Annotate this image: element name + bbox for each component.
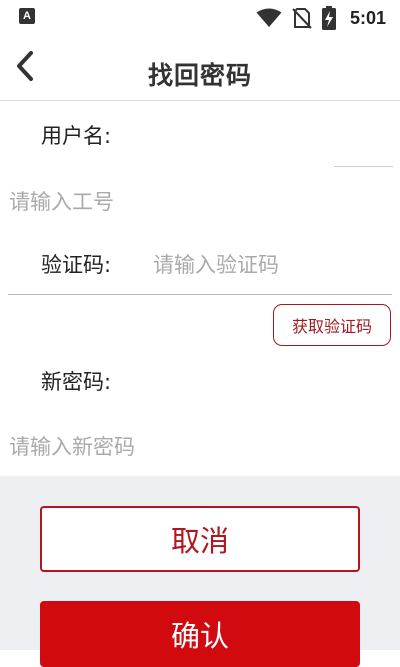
page-title: 找回密码 <box>147 61 252 90</box>
code-label: 验证码: <box>41 253 112 277</box>
confirm-button[interactable]: 确认 <box>40 601 360 667</box>
app-notification-icon: A <box>19 8 35 24</box>
username-label: 用户名: <box>41 124 112 148</box>
status-bar: A 5:01 <box>0 0 400 36</box>
get-code-button[interactable]: 获取验证码 <box>273 304 391 346</box>
username-input[interactable]: 请输入工号 <box>0 176 400 222</box>
battery-charging-icon <box>321 6 336 30</box>
code-placeholder: 请输入验证码 <box>153 253 279 277</box>
wifi-icon <box>256 8 282 27</box>
cancel-button[interactable]: 取消 <box>40 506 360 572</box>
no-sim-icon <box>292 8 312 29</box>
app-header: 找回密码 <box>0 36 400 100</box>
new-password-input[interactable]: 请输入新密码 <box>0 420 400 468</box>
username-underline <box>334 166 393 167</box>
code-input[interactable]: 请输入验证码 <box>140 238 395 288</box>
new-password-placeholder: 请输入新密码 <box>9 435 135 459</box>
status-icons: 5:01 <box>256 6 386 30</box>
header-divider <box>0 100 400 101</box>
code-divider <box>8 294 392 295</box>
status-time: 5:01 <box>349 7 386 28</box>
new-password-label: 新密码: <box>41 370 112 394</box>
username-placeholder: 请输入工号 <box>9 190 114 214</box>
